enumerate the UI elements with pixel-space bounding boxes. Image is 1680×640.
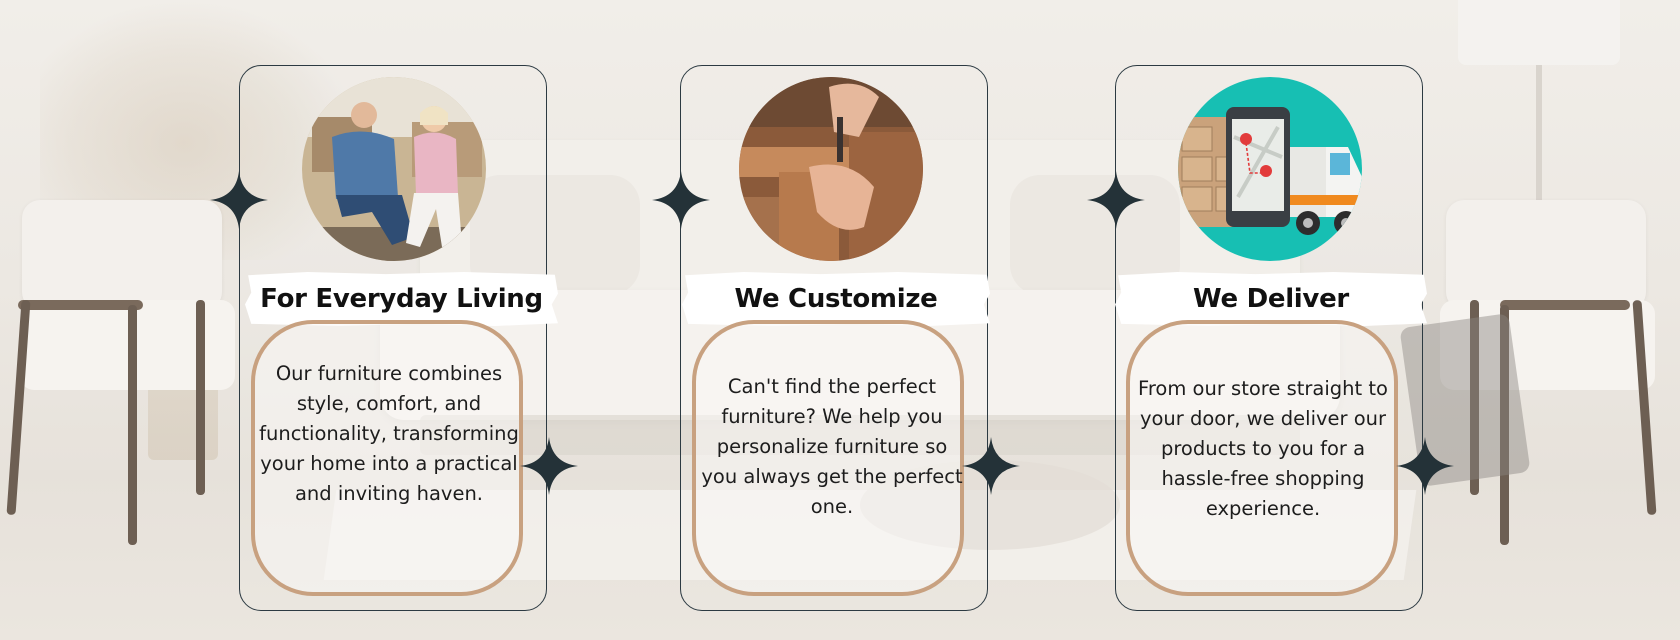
card-title: We Deliver: [1193, 284, 1349, 314]
sparkle-star-icon: [652, 171, 710, 229]
sparkle-star-icon: [1087, 171, 1145, 229]
card-description: Our furniture combines style, comfort, a…: [259, 362, 519, 505]
senior-couple-on-chairs-photo: [302, 77, 486, 261]
card-title-banner: We Customize: [682, 272, 990, 326]
woodworking-hands-photo: [739, 77, 923, 261]
card-title-banner: We Deliver: [1115, 272, 1427, 326]
card-title: For Everyday Living: [260, 284, 543, 314]
card-title-banner: For Everyday Living: [245, 272, 558, 326]
sparkle-star-icon: [520, 437, 578, 495]
sparkle-star-icon: [210, 171, 268, 229]
card-title: We Customize: [734, 284, 938, 314]
card-description: From our store straight to your door, we…: [1138, 377, 1388, 520]
floor-lamp-shade: [1458, 0, 1620, 65]
delivery-truck-phone-map-illustration: [1178, 77, 1362, 261]
sparkle-star-icon: [962, 437, 1020, 495]
sparkle-star-icon: [1396, 437, 1454, 495]
card-description: Can't find the perfect furniture? We hel…: [701, 375, 963, 518]
